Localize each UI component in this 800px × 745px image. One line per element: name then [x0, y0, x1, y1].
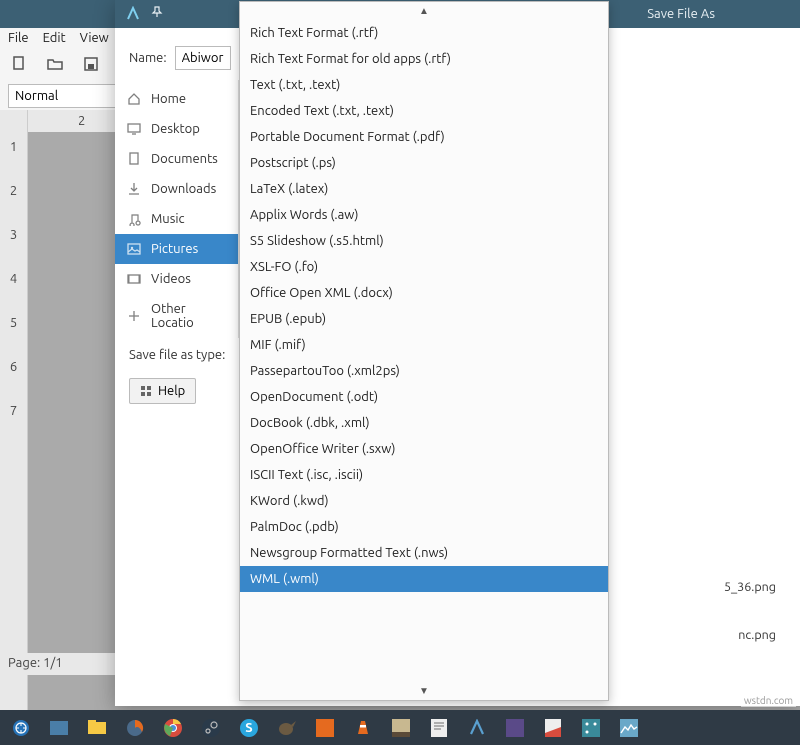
app-icon — [125, 6, 141, 22]
ruler-v-num: 4 — [10, 272, 17, 286]
firefox-icon[interactable] — [124, 717, 146, 739]
files-task-icon[interactable] — [86, 717, 108, 739]
pin-icon[interactable] — [151, 6, 163, 22]
steam-icon[interactable] — [200, 717, 222, 739]
place-videos[interactable]: Videos — [115, 264, 238, 294]
place-other[interactable]: Other Locatio — [115, 294, 238, 338]
scroll-up-icon[interactable]: ▲ — [240, 2, 608, 20]
text-app-icon[interactable] — [428, 717, 450, 739]
home-icon — [127, 92, 141, 106]
ruler-v-num: 3 — [10, 228, 17, 242]
place-documents[interactable]: Documents — [115, 144, 238, 174]
name-input[interactable] — [175, 46, 231, 70]
save-icon[interactable] — [82, 55, 100, 73]
start-icon[interactable] — [10, 717, 32, 739]
open-icon[interactable] — [46, 55, 64, 73]
filetype-option[interactable]: WML (.wml) — [240, 566, 608, 592]
app-orange-icon[interactable] — [314, 717, 336, 739]
desktop-task-icon[interactable] — [48, 717, 70, 739]
monitor-icon[interactable] — [618, 717, 640, 739]
file-entry[interactable]: 5_36.png — [724, 580, 776, 594]
filetype-option[interactable]: Applix Words (.aw) — [240, 202, 608, 228]
ruler-v-num: 1 — [10, 140, 17, 154]
ruler-v-num: 7 — [10, 404, 17, 418]
new-doc-icon[interactable] — [10, 55, 28, 73]
menu-view[interactable]: View — [80, 31, 109, 47]
ruler-v-num: 5 — [10, 316, 17, 330]
help-button[interactable]: Help — [129, 378, 196, 404]
app-purple-icon[interactable] — [504, 717, 526, 739]
ruler-v-num: 6 — [10, 360, 17, 374]
menu-edit[interactable]: Edit — [43, 31, 66, 47]
name-label: Name: — [129, 51, 167, 65]
filetype-label: Save file as type: — [129, 348, 225, 362]
filetype-option[interactable]: OpenOffice Writer (.sxw) — [240, 436, 608, 462]
app-teal-icon[interactable] — [580, 717, 602, 739]
skype-icon[interactable]: S — [238, 717, 260, 739]
place-desktop[interactable]: Desktop — [115, 114, 238, 144]
file-entry[interactable]: nc.png — [738, 628, 776, 642]
filetype-option[interactable]: S5 Slideshow (.s5.html) — [240, 228, 608, 254]
filetype-option[interactable]: Newsgroup Formatted Text (.nws) — [240, 540, 608, 566]
gimp-icon[interactable] — [276, 717, 298, 739]
status-bar: Page: 1/1 — [0, 653, 115, 675]
filetype-option[interactable]: Postscript (.ps) — [240, 150, 608, 176]
filetype-option[interactable]: PalmDoc (.pdb) — [240, 514, 608, 540]
app-doc-icon[interactable] — [542, 717, 564, 739]
pictures-icon — [127, 242, 141, 256]
places-sidebar: Home Desktop Documents Downloads Music P… — [115, 80, 239, 338]
downloads-icon — [127, 182, 141, 196]
filetype-dropdown[interactable]: ▲ Rich Text Format (.rtf)Rich Text Forma… — [239, 1, 609, 701]
scroll-down-icon[interactable]: ▼ — [240, 682, 608, 700]
desktop-icon — [127, 122, 141, 136]
menu-file[interactable]: File — [8, 31, 29, 47]
filetype-option[interactable]: ISCII Text (.isc, .iscii) — [240, 462, 608, 488]
filetype-option[interactable]: OpenDocument (.odt) — [240, 384, 608, 410]
filetype-option[interactable]: Rich Text Format for old apps (.rtf) — [240, 46, 608, 72]
app-tan-icon[interactable] — [390, 717, 412, 739]
music-icon — [127, 212, 141, 226]
svg-text:S: S — [245, 721, 252, 735]
vlc-icon[interactable] — [352, 717, 374, 739]
filetype-option[interactable]: DocBook (.dbk, .xml) — [240, 410, 608, 436]
ruler-v-num: 2 — [10, 184, 17, 198]
help-icon — [140, 385, 152, 397]
dialog-title: Save File As — [647, 7, 715, 21]
filetype-option[interactable]: KWord (.kwd) — [240, 488, 608, 514]
filetype-option[interactable]: Portable Document Format (.pdf) — [240, 124, 608, 150]
filetype-option[interactable]: Office Open XML (.docx) — [240, 280, 608, 306]
place-music[interactable]: Music — [115, 204, 238, 234]
filetype-option[interactable]: EPUB (.epub) — [240, 306, 608, 332]
chrome-icon[interactable] — [162, 717, 184, 739]
taskbar: S — [0, 710, 800, 745]
watermark: wstdn.com — [741, 694, 796, 707]
videos-icon — [127, 272, 141, 286]
documents-icon — [127, 152, 141, 166]
place-downloads[interactable]: Downloads — [115, 174, 238, 204]
filetype-option[interactable]: MIF (.mif) — [240, 332, 608, 358]
ruler-vertical: 1 2 3 4 5 6 7 — [0, 110, 28, 710]
filetype-option[interactable]: Encoded Text (.txt, .text) — [240, 98, 608, 124]
place-pictures[interactable]: Pictures — [115, 234, 238, 264]
filetype-option[interactable]: Text (.txt, .text) — [240, 72, 608, 98]
filetype-option[interactable]: LaTeX (.latex) — [240, 176, 608, 202]
place-home[interactable]: Home — [115, 84, 238, 114]
filetype-option[interactable]: Rich Text Format (.rtf) — [240, 20, 608, 46]
abiword-task-icon[interactable] — [466, 717, 488, 739]
filetype-option[interactable]: PassepartouToo (.xml2ps) — [240, 358, 608, 384]
plus-icon — [127, 309, 141, 323]
filetype-option[interactable]: XSL-FO (.fo) — [240, 254, 608, 280]
